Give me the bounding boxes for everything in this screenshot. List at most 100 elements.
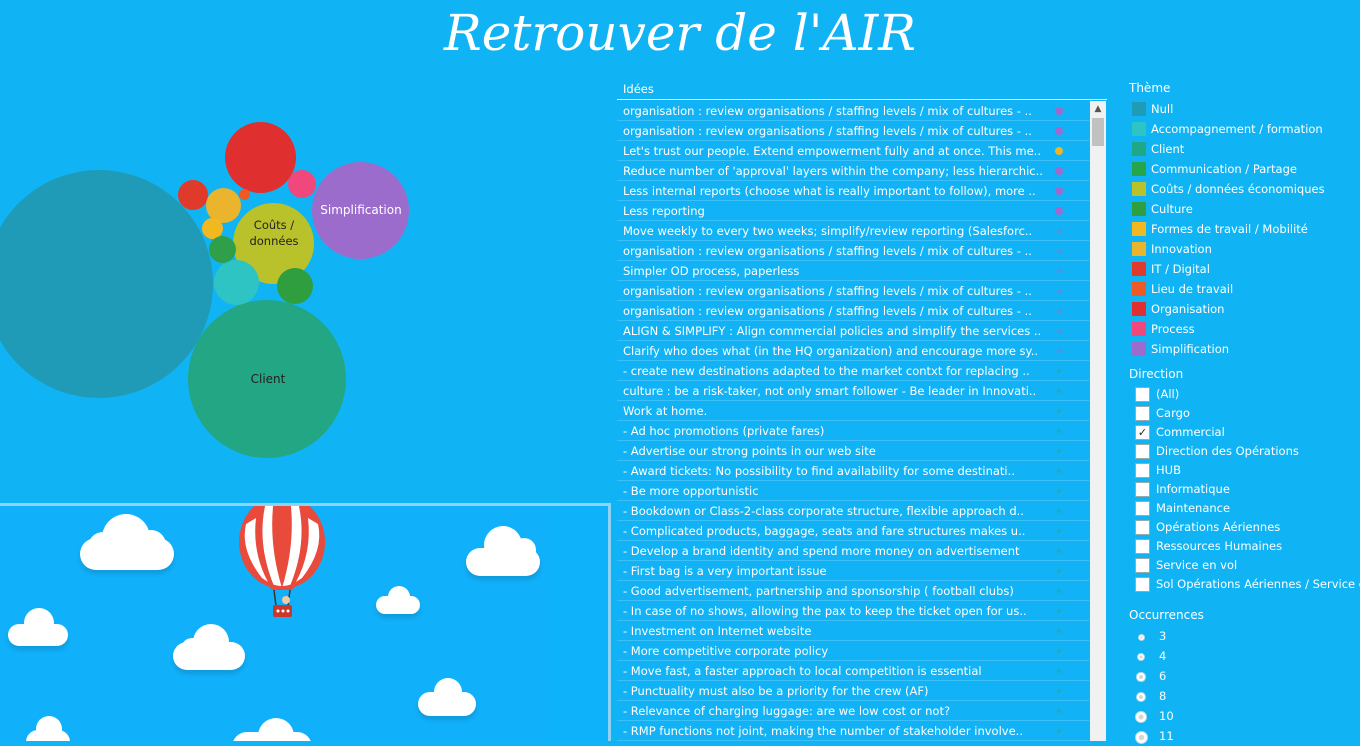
legend-label: IT / Digital bbox=[1151, 262, 1210, 276]
checkbox[interactable] bbox=[1135, 520, 1150, 535]
legend-item[interactable]: Accompagnement / formation bbox=[1129, 119, 1325, 139]
direction-option[interactable]: Sol Opérations Aériennes / Service en vo… bbox=[1129, 575, 1360, 594]
table-row[interactable]: Less internal reports (choose what is re… bbox=[617, 181, 1089, 201]
table-row[interactable]: - Develop a brand identity and spend mor… bbox=[617, 541, 1089, 561]
table-row[interactable]: - Award tickets: No possibility to find … bbox=[617, 461, 1089, 481]
radio-button[interactable] bbox=[1137, 633, 1145, 641]
direction-option[interactable]: Cargo bbox=[1129, 404, 1360, 423]
table-row[interactable]: - Move fast, a faster approach to local … bbox=[617, 661, 1089, 681]
table-row[interactable]: organisation : review organisations / st… bbox=[617, 301, 1089, 321]
direction-option[interactable]: ✓ Commercial bbox=[1129, 423, 1360, 442]
radio-button[interactable] bbox=[1135, 711, 1147, 723]
table-row[interactable]: - Bookdown or Class-2-class corporate st… bbox=[617, 501, 1089, 521]
bubble-culture[interactable] bbox=[277, 268, 313, 304]
table-row[interactable]: - RMP functions not joint, making the nu… bbox=[617, 721, 1089, 741]
direction-option[interactable]: Service en vol bbox=[1129, 556, 1360, 575]
table-row[interactable]: - First bag is a very important issue bbox=[617, 561, 1089, 581]
legend-item[interactable]: Client bbox=[1129, 139, 1325, 159]
table-row[interactable]: - create new destinations adapted to the… bbox=[617, 361, 1089, 381]
occurrence-option[interactable]: 8 bbox=[1129, 686, 1204, 706]
checkbox[interactable] bbox=[1135, 444, 1150, 459]
table-row[interactable]: organisation : review organisations / st… bbox=[617, 101, 1089, 121]
bubble-process[interactable] bbox=[288, 170, 316, 198]
radio-button[interactable] bbox=[1134, 730, 1148, 744]
radio-button[interactable] bbox=[1135, 691, 1147, 703]
theme-dot-icon bbox=[1057, 669, 1061, 673]
occurrence-option[interactable]: 10 bbox=[1129, 706, 1204, 726]
table-row[interactable]: - Good advertisement, partnership and sp… bbox=[617, 581, 1089, 601]
legend-item[interactable]: Process bbox=[1129, 319, 1325, 339]
bubble-organisation[interactable] bbox=[225, 122, 296, 193]
checkbox[interactable] bbox=[1135, 463, 1150, 478]
direction-option[interactable]: Direction des Opérations bbox=[1129, 442, 1360, 461]
direction-option[interactable]: Maintenance bbox=[1129, 499, 1360, 518]
table-row[interactable]: - Investment on Internet website bbox=[617, 621, 1089, 641]
radio-button[interactable] bbox=[1136, 672, 1146, 682]
ideas-list[interactable]: organisation : review organisations / st… bbox=[617, 101, 1089, 741]
scroll-up-arrow-icon[interactable]: ▲ bbox=[1090, 101, 1106, 117]
legend-swatch bbox=[1132, 202, 1146, 216]
bubble-it-digital[interactable] bbox=[178, 180, 208, 210]
checkbox[interactable] bbox=[1135, 482, 1150, 497]
table-row[interactable]: - More competitive corporate policy bbox=[617, 641, 1089, 661]
legend-item[interactable]: Null bbox=[1129, 99, 1325, 119]
occurrence-option[interactable]: 3 bbox=[1129, 626, 1204, 646]
table-row[interactable]: Work at home. bbox=[617, 401, 1089, 421]
table-row[interactable]: ALIGN & SIMPLIFY : Align commercial poli… bbox=[617, 321, 1089, 341]
occurrence-option[interactable]: 11 bbox=[1129, 726, 1204, 746]
direction-option[interactable]: Opérations Aériennes bbox=[1129, 518, 1360, 537]
idea-text: - Develop a brand identity and spend mor… bbox=[623, 544, 1020, 558]
checkbox[interactable] bbox=[1135, 501, 1150, 516]
direction-option[interactable]: (All) bbox=[1129, 385, 1360, 404]
checkbox[interactable] bbox=[1135, 558, 1150, 573]
table-row[interactable]: Let's trust our people. Extend empowerme… bbox=[617, 141, 1089, 161]
ideas-column-header[interactable]: Idées bbox=[617, 82, 1107, 100]
table-row[interactable]: Reduce number of 'approval' layers withi… bbox=[617, 161, 1089, 181]
checkbox[interactable]: ✓ bbox=[1135, 425, 1150, 440]
table-row[interactable]: culture : be a risk-taker, not only smar… bbox=[617, 381, 1089, 401]
legend-item[interactable]: Formes de travail / Mobilité bbox=[1129, 219, 1325, 239]
legend-item[interactable]: Innovation bbox=[1129, 239, 1325, 259]
table-row[interactable]: organisation : review organisations / st… bbox=[617, 121, 1089, 141]
table-row[interactable]: - Relevance of charging luggage: are we … bbox=[617, 701, 1089, 721]
checkbox[interactable] bbox=[1135, 406, 1150, 421]
table-row[interactable]: Move weekly to every two weeks; simplify… bbox=[617, 221, 1089, 241]
table-row[interactable]: Clarify who does what (in the HQ organiz… bbox=[617, 341, 1089, 361]
table-row[interactable]: - Complicated products, baggage, seats a… bbox=[617, 521, 1089, 541]
direction-option-label: HUB bbox=[1156, 463, 1181, 477]
table-row[interactable]: organisation : review organisations / st… bbox=[617, 281, 1089, 301]
theme-dot-icon bbox=[1057, 489, 1061, 493]
legend-item[interactable]: Simplification bbox=[1129, 339, 1325, 359]
radio-button[interactable] bbox=[1136, 652, 1146, 662]
checkbox[interactable] bbox=[1135, 387, 1150, 402]
theme-dot-icon bbox=[1057, 649, 1061, 653]
ideas-scrollbar[interactable]: ▲ bbox=[1090, 101, 1106, 741]
scroll-thumb[interactable] bbox=[1092, 118, 1104, 146]
table-row[interactable]: - Punctuality must also be a priority fo… bbox=[617, 681, 1089, 701]
table-row[interactable]: Simpler OD process, paperless bbox=[617, 261, 1089, 281]
direction-option[interactable]: Informatique bbox=[1129, 480, 1360, 499]
legend-item[interactable]: Organisation bbox=[1129, 299, 1325, 319]
legend-item[interactable]: Communication / Partage bbox=[1129, 159, 1325, 179]
direction-option[interactable]: HUB bbox=[1129, 461, 1360, 480]
legend-item[interactable]: Culture bbox=[1129, 199, 1325, 219]
checkbox[interactable] bbox=[1135, 539, 1150, 554]
legend-item[interactable]: IT / Digital bbox=[1129, 259, 1325, 279]
table-row[interactable]: - Advertise our strong points in our web… bbox=[617, 441, 1089, 461]
bubble-accompagnement[interactable] bbox=[214, 260, 259, 305]
occurrence-option[interactable]: 6 bbox=[1129, 666, 1204, 686]
checkbox[interactable] bbox=[1135, 577, 1150, 592]
direction-option[interactable]: Ressources Humaines bbox=[1129, 537, 1360, 556]
table-row[interactable]: organisation : review organisations / st… bbox=[617, 241, 1089, 261]
table-row[interactable]: Less reporting bbox=[617, 201, 1089, 221]
table-row[interactable]: - Ad hoc promotions (private fares) bbox=[617, 421, 1089, 441]
idea-text: - RMP functions not joint, making the nu… bbox=[623, 724, 1023, 738]
table-row[interactable]: - Be more opportunistic bbox=[617, 481, 1089, 501]
bubble-communication[interactable] bbox=[209, 236, 236, 263]
occurrence-option[interactable]: 4 bbox=[1129, 646, 1204, 666]
legend-label: Culture bbox=[1151, 202, 1193, 216]
bubble-lieu[interactable] bbox=[239, 189, 250, 200]
table-row[interactable]: - In case of no shows, allowing the pax … bbox=[617, 601, 1089, 621]
legend-item[interactable]: Lieu de travail bbox=[1129, 279, 1325, 299]
legend-item[interactable]: Coûts / données économiques bbox=[1129, 179, 1325, 199]
